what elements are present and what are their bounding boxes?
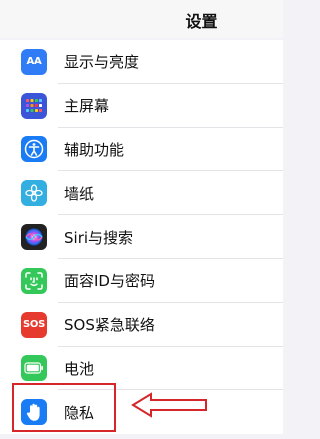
highlight-box	[12, 383, 116, 432]
settings-item-face-id-passcode[interactable]: 面容ID与密码	[0, 259, 283, 303]
face-id-icon	[21, 267, 47, 294]
settings-item-label: SOS紧急联络	[64, 316, 155, 335]
settings-item-label: 墙纸	[64, 184, 95, 203]
settings-item-emergency-sos[interactable]: SOS SOS紧急联络	[0, 303, 283, 347]
display-brightness-icon: AA	[21, 48, 47, 75]
settings-screen: 设置 AA 显示与亮度 主屏幕 辅助功能 墙纸 Siri与搜索 面容ID与密码 …	[0, 0, 283, 439]
navigation-bar: 设置	[0, 0, 283, 38]
siri-icon	[21, 224, 47, 251]
settings-item-label: 显示与亮度	[64, 53, 140, 72]
settings-item-siri-search[interactable]: Siri与搜索	[0, 215, 283, 259]
settings-item-label: 面容ID与密码	[64, 272, 155, 291]
settings-item-home-screen[interactable]: 主屏幕	[0, 84, 283, 128]
settings-item-label: 主屏幕	[64, 97, 110, 116]
page-title: 设置	[185, 12, 218, 31]
wallpaper-icon	[21, 180, 47, 207]
accessibility-icon	[21, 136, 47, 163]
settings-item-label: Siri与搜索	[64, 228, 134, 247]
sos-icon: SOS	[21, 311, 47, 338]
settings-item-wallpaper[interactable]: 墙纸	[0, 171, 283, 215]
settings-item-label: 电池	[64, 359, 95, 378]
home-screen-icon	[21, 92, 47, 119]
battery-icon	[21, 355, 47, 382]
settings-item-label: 辅助功能	[64, 140, 125, 159]
settings-list: AA 显示与亮度 主屏幕 辅助功能 墙纸 Siri与搜索 面容ID与密码 SOS…	[0, 40, 283, 435]
left-arrow-icon	[131, 392, 207, 418]
settings-item-accessibility[interactable]: 辅助功能	[0, 128, 283, 172]
settings-item-display-brightness[interactable]: AA 显示与亮度	[0, 40, 283, 84]
